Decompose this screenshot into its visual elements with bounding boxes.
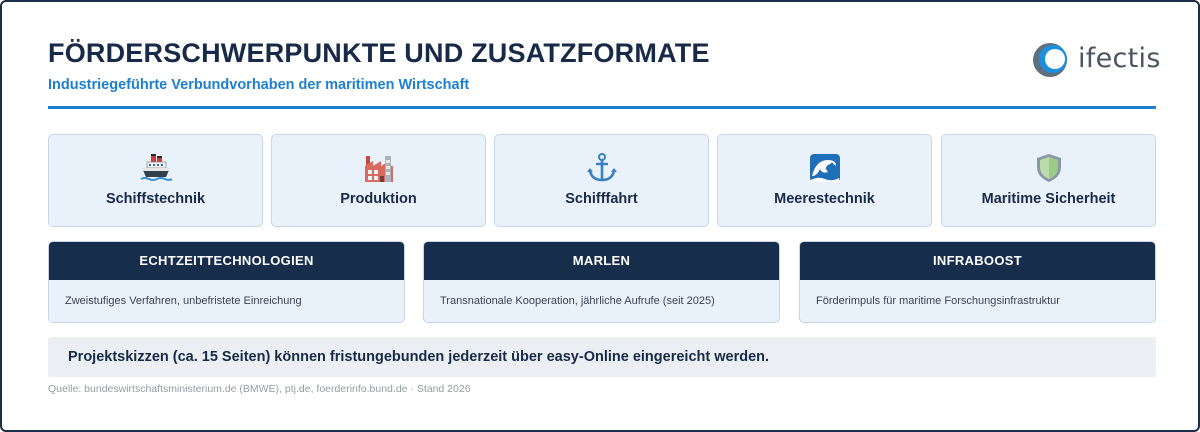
focus-card-schifffahrt: Schifffahrt [494,134,709,227]
infographic-frame: FÖRDERSCHWERPUNKTE UND ZUSATZFORMATE Ind… [0,0,1200,432]
page-subtitle: Industriegeführte Verbundvorhaben der ma… [48,77,470,93]
ifectis-logo-icon [1033,43,1067,77]
page-title: FÖRDERSCHWERPUNKTE UND ZUSATZFORMATE [48,38,710,68]
ship-icon [49,152,262,184]
ifectis-logo: ifectis [1030,39,1160,81]
focus-card-schiffstechnik: Schiffstechnik [48,134,263,227]
format-card-marlen: MARLEN Transnationale Kooperation, jährl… [423,241,780,323]
factory-icon [272,152,485,184]
focus-areas: Schiffstechnik Produktion Schifffahrt Me… [48,134,1156,227]
anchor-icon [495,152,708,184]
focus-card-meerestechnik: Meerestechnik [717,134,932,227]
focus-card-maritime-sicherheit: Maritime Sicherheit [941,134,1156,227]
submission-note: Projektskizzen (ca. 15 Seiten) können fr… [48,337,1156,377]
focus-card-produktion: Produktion [271,134,486,227]
shield-icon [942,152,1155,184]
format-title: ECHTZEITTECHNOLOGIEN [49,242,404,280]
focus-card-label: Schifffahrt [565,191,638,207]
focus-card-label: Maritime Sicherheit [981,191,1116,207]
focus-card-label: Schiffstechnik [105,191,206,207]
format-description: Förderimpuls für maritime Forschungsinfr… [816,295,1060,307]
focus-card-label: Meerestechnik [774,191,875,207]
format-description: Transnationale Kooperation, jährliche Au… [440,295,715,307]
format-title: MARLEN [424,242,779,280]
format-description: Zweistufiges Verfahren, unbefristete Ein… [65,295,302,307]
format-card-echtzeittechnologien: ECHTZEITTECHNOLOGIEN Zweistufiges Verfah… [48,241,405,323]
format-title: INFRABOOST [800,242,1155,280]
focus-card-label: Produktion [340,191,417,207]
source-caption: Quelle: bundeswirtschaftsministerium.de … [48,383,471,395]
submission-note-text: Projektskizzen (ca. 15 Seiten) können fr… [68,349,770,365]
logo-text: ifectis [1078,43,1161,74]
wave-icon [718,152,931,184]
format-card-infraboost: INFRABOOST Förderimpuls für maritime For… [799,241,1156,323]
additional-formats: ECHTZEITTECHNOLOGIEN Zweistufiges Verfah… [48,241,1156,323]
header-divider [48,106,1156,109]
